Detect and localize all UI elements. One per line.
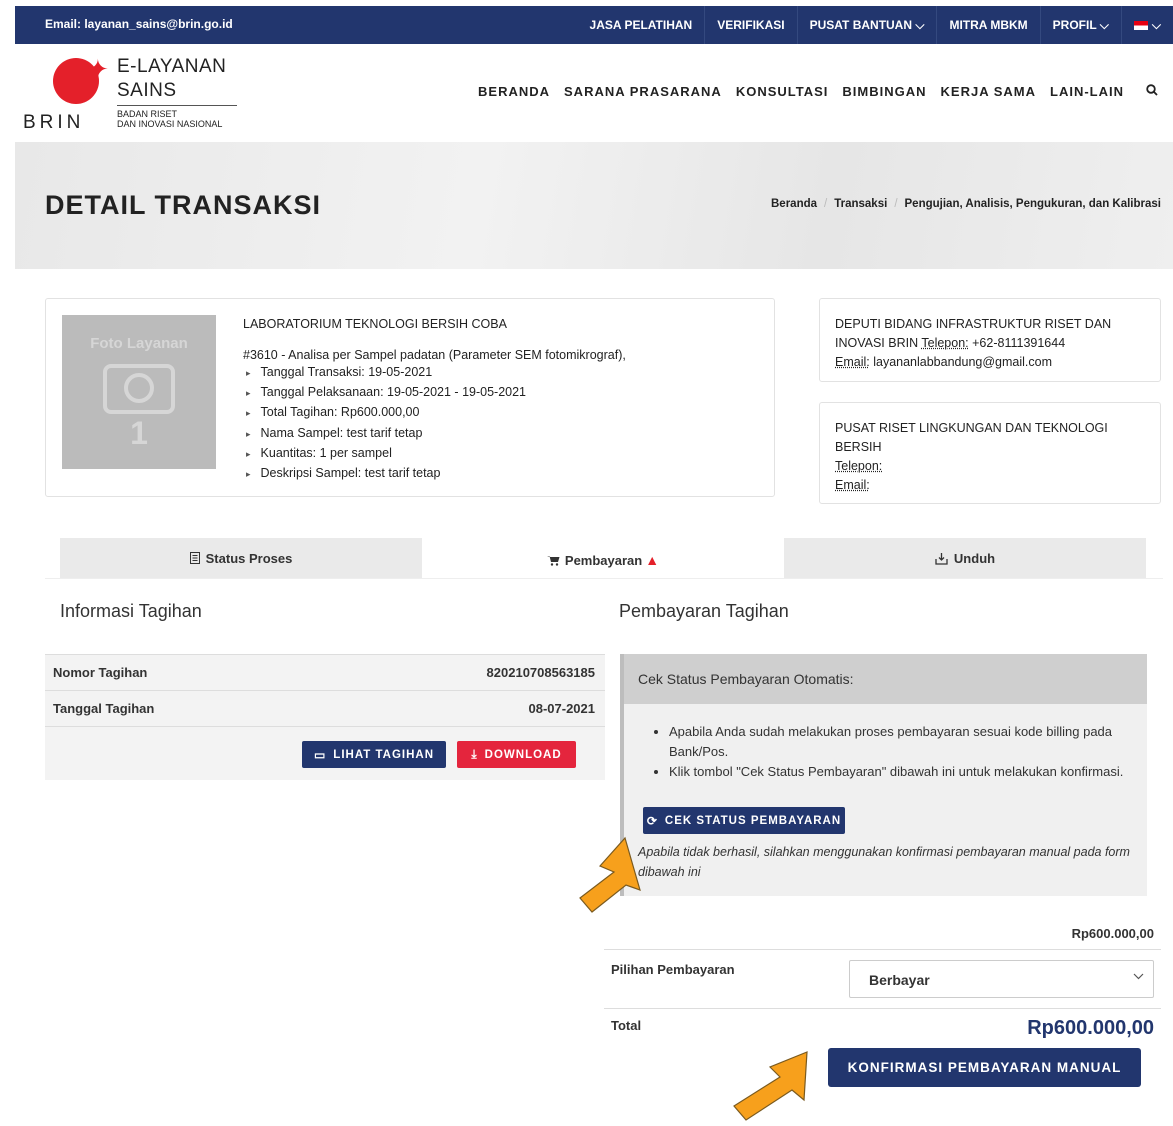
topnav-mitra-mbkm[interactable]: MITRA MBKM — [936, 6, 1039, 44]
invoice-date: 08-07-2021 — [528, 701, 596, 716]
logo-brin: BRIN — [23, 112, 85, 133]
invoice-table: Nomor Tagihan 820210708563185 Tanggal Ta… — [45, 654, 605, 780]
topnav-verifikasi[interactable]: VERIFIKASI — [704, 6, 796, 44]
annotation-arrow-icon — [722, 1050, 817, 1121]
main-nav: BERANDA SARANA PRASARANA KONSULTASI BIMB… — [464, 84, 1158, 99]
payment-option-label: Pilihan Pembayaran — [611, 962, 735, 977]
service-title: #3610 - Analisa per Sampel padatan (Para… — [243, 348, 626, 362]
nav-sarana-prasarana[interactable]: SARANA PRASARANA — [564, 84, 722, 99]
tab-pembayaran[interactable]: Pembayaran ▲ — [422, 538, 784, 578]
list-item: Apabila Anda sudah melakukan proses pemb… — [669, 722, 1134, 762]
breadcrumb: Beranda / Transaksi / Pengujian, Analisis, P… — [771, 198, 1161, 210]
contact-org: PUSAT RISET LINGKUNGAN DAN TEKNOLOGI BER… — [835, 421, 1108, 454]
table-row: Tanggal Tagihan 08-07-2021 — [45, 691, 605, 727]
contact-phone: Telepon: — [835, 459, 883, 473]
warning-icon: ▲ — [645, 552, 660, 568]
contact-card-deputi: DEPUTI BIDANG INFRASTRUKTUR RISET DAN IN… — [819, 298, 1161, 382]
tab-status-proses[interactable]: Status Proses — [60, 538, 422, 578]
top-bar: Email: layanan_sains@brin.go.id JASA PEL… — [15, 6, 1173, 44]
brin-logo[interactable]: ✦ E-LAYANAN SAINS BRIN BADAN RISET DAN IN… — [23, 54, 245, 134]
list-item: Deskripsi Sampel: test tarif tetap — [243, 464, 626, 484]
list-item: Klik tombol "Cek Status Pembayaran" diba… — [669, 762, 1134, 782]
list-item: Nama Sampel: test tarif tetap — [243, 424, 626, 444]
document-icon — [189, 552, 200, 564]
site-header: ✦ E-LAYANAN SAINS BRIN BADAN RISET DAN IN… — [15, 44, 1173, 142]
contact-org: DEPUTI BIDANG INFRASTRUKTUR RISET DAN IN… — [835, 317, 1112, 350]
invoice-number: 820210708563185 — [486, 665, 595, 680]
annotation-arrow-icon — [570, 830, 650, 915]
nav-beranda[interactable]: BERANDA — [478, 84, 550, 99]
nav-kerja-sama[interactable]: KERJA SAMA — [941, 84, 1036, 99]
transaction-tabs: Status Proses Pembayaran ▲ Unduh — [60, 538, 1146, 578]
list-item: Total Tagihan: Rp600.000,00 — [243, 403, 626, 423]
contact-email: Email: layanan_sains@brin.go.id — [45, 17, 233, 31]
check-payment-status-button[interactable]: ⟳ CEK STATUS PEMBAYARAN — [643, 807, 845, 834]
payment-option-select[interactable]: Berbayar — [849, 960, 1154, 998]
service-info: LABORATORIUM TEKNOLOGI BERSIH COBA #3610… — [243, 317, 626, 484]
payment-heading: Pembayaran Tagihan — [619, 601, 789, 621]
breadcrumb-transaksi[interactable]: Transaksi — [834, 198, 887, 210]
total-label: Total — [611, 1018, 642, 1033]
total-amount: Rp600.000,00 — [1027, 1017, 1154, 1039]
page-hero: DETAIL TRANSAKSI Beranda / Transaksi / Pengu… — [15, 142, 1173, 269]
auto-check-instructions: Apabila Anda sudah melakukan proses pemb… — [654, 722, 1134, 782]
breadcrumb-current: Pengujian, Analisis, Pengukuran, dan Kal… — [904, 198, 1161, 210]
auto-check-title: Cek Status Pembayaran Otomatis: — [624, 654, 1147, 704]
service-photo-placeholder: Foto Layanan 1 — [62, 315, 216, 469]
chevron-down-icon — [1133, 971, 1144, 983]
list-item: Tanggal Pelaksanaan: 19-05-2021 - 19-05-… — [243, 383, 626, 403]
contact-card-pusat: PUSAT RISET LINGKUNGAN DAN TEKNOLOGI BER… — [819, 402, 1161, 504]
download-icon: ⤓ — [471, 747, 478, 761]
topnav-profil[interactable]: PROFIL ⌵ — [1039, 6, 1121, 44]
logo-subtitle: BADAN RISET DAN INOVASI NASIONAL — [117, 109, 223, 129]
invoice-date-label: Tanggal Tagihan — [53, 701, 155, 716]
service-details: Tanggal Transaksi: 19-05-2021 Tanggal Pe… — [243, 363, 626, 484]
page-title: DETAIL TRANSAKSI — [45, 190, 322, 220]
indonesia-flag-icon — [1133, 21, 1148, 31]
download-icon — [935, 552, 948, 565]
nav-lain-lain[interactable]: LAIN-LAIN — [1050, 84, 1124, 99]
invoice-heading: Informasi Tagihan — [60, 601, 202, 621]
table-row: Nomor Tagihan 820210708563185 — [45, 655, 605, 691]
nav-konsultasi[interactable]: KONSULTASI — [736, 84, 829, 99]
refresh-icon: ⟳ — [646, 813, 658, 828]
inbox-icon: ▭ — [313, 747, 327, 762]
top-nav: JASA PELATIHAN VERIFIKASI PUSAT BANTUAN … — [578, 6, 1173, 44]
download-invoice-button[interactable]: ⤓ DOWNLOAD — [457, 741, 576, 768]
view-invoice-button[interactable]: ▭ LIHAT TAGIHAN — [302, 741, 446, 768]
language-selector[interactable]: ⌵ — [1120, 6, 1173, 44]
payment-amount: Rp600.000,00 — [1071, 926, 1154, 941]
tab-unduh[interactable]: Unduh — [784, 538, 1146, 578]
contact-email: Email: — [835, 478, 870, 492]
logo-star-icon: ✦ — [87, 54, 109, 84]
cart-icon — [546, 555, 560, 566]
invoice-number-label: Nomor Tagihan — [53, 665, 148, 680]
manual-note: Apabila tidak berhasil, silahkan menggun… — [638, 845, 1130, 879]
topnav-jasa-pelatihan[interactable]: JASA PELATIHAN — [578, 6, 705, 44]
auto-check-panel: Cek Status Pembayaran Otomatis: Apabila … — [620, 654, 1147, 896]
breadcrumb-beranda[interactable]: Beranda — [771, 198, 817, 210]
contact-email: Email: layananlabbandung@gmail.com — [835, 355, 1052, 369]
nav-bimbingan[interactable]: BIMBINGAN — [842, 84, 926, 99]
service-card: Foto Layanan 1 LABORATORIUM TEKNOLOGI BE… — [45, 298, 775, 497]
list-item: Kuantitas: 1 per sampel — [243, 444, 626, 464]
lab-name: LABORATORIUM TEKNOLOGI BERSIH COBA — [243, 317, 507, 331]
list-item: Tanggal Transaksi: 19-05-2021 — [243, 363, 626, 383]
manual-confirmation-button[interactable]: KONFIRMASI PEMBAYARAN MANUAL — [828, 1048, 1141, 1087]
topnav-pusat-bantuan[interactable]: PUSAT BANTUAN ⌵ — [796, 6, 937, 44]
logo-text-line1: E-LAYANAN — [117, 56, 227, 77]
search-icon[interactable] — [1146, 84, 1158, 99]
logo-text-line2: SAINS — [117, 80, 177, 101]
